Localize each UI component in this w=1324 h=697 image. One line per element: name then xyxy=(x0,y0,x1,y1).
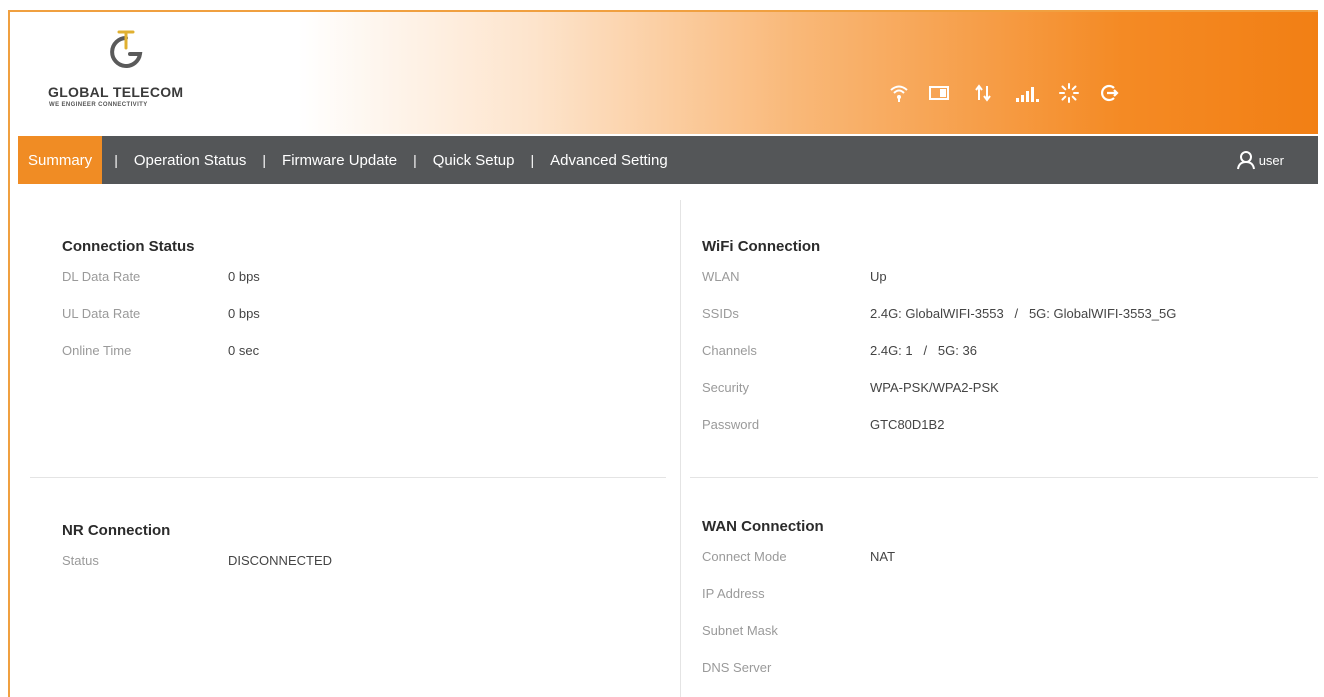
info-row: UL Data Rate 0 bps xyxy=(62,306,260,343)
info-row: Password GTC80D1B2 xyxy=(702,417,1176,454)
panel-title: WiFi Connection xyxy=(702,238,821,255)
info-row: DNS Server xyxy=(702,660,895,697)
brand-tagline: WE ENGINEER CONNECTIVITY xyxy=(49,102,148,108)
nav-advanced-setting[interactable]: Advanced Setting xyxy=(546,136,672,184)
info-row: Online Time 0 sec xyxy=(62,343,260,380)
connect-mode-value: NAT xyxy=(870,549,896,564)
info-row: Security WPA-PSK/WPA2-PSK xyxy=(702,380,1176,417)
channels-label: Channels xyxy=(702,343,757,358)
nav-separator: | xyxy=(413,152,417,168)
nr-status-label: Status xyxy=(62,553,99,568)
user-menu[interactable]: user xyxy=(1235,136,1284,184)
nr-status-value: DISCONNECTED xyxy=(228,553,333,568)
info-row: Channels 2.4G: 1 / 5G: 36 xyxy=(702,343,1176,380)
wan-connection-panel: WAN Connection Connect Mode NAT IP Addre… xyxy=(702,518,895,697)
password-value: GTC80D1B2 xyxy=(870,417,945,432)
panel-title: WAN Connection xyxy=(702,518,824,535)
dns-server-label: DNS Server xyxy=(702,660,772,675)
ul-data-rate-value: 0 bps xyxy=(228,306,260,321)
info-row: IP Address xyxy=(702,586,895,623)
global-telecom-logo-icon xyxy=(110,30,143,68)
online-time-value: 0 sec xyxy=(228,343,260,358)
info-row: SSIDs 2.4G: GlobalWIFI-3553 / 5G: Global… xyxy=(702,306,1176,343)
logout-icon[interactable] xyxy=(1096,80,1122,106)
data-transfer-icon[interactable] xyxy=(970,80,996,106)
info-row: Subnet Mask xyxy=(702,623,895,660)
online-time-label: Online Time xyxy=(62,343,132,358)
password-label: Password xyxy=(702,417,760,432)
status-icon-bar xyxy=(886,80,1122,106)
sim-card-icon[interactable] xyxy=(926,80,952,106)
wifi-connection-panel: WiFi Connection WLAN Up SSIDs 2.4G: Glob… xyxy=(702,238,1176,454)
header: GLOBAL TELECOM WE ENGINEER CONNECTIVITY xyxy=(10,12,1318,134)
column-divider xyxy=(680,200,681,697)
panel-title: NR Connection xyxy=(62,522,171,539)
ssids-label: SSIDs xyxy=(702,306,739,321)
panel-title: Connection Status xyxy=(62,238,195,255)
wifi-icon[interactable] xyxy=(886,80,912,106)
row-divider-left xyxy=(30,477,666,478)
user-label: user xyxy=(1258,152,1284,168)
ul-data-rate-label: UL Data Rate xyxy=(62,306,141,321)
info-row: DL Data Rate 0 bps xyxy=(62,269,260,306)
nav-quick-setup[interactable]: Quick Setup xyxy=(429,136,519,184)
nav-operation-status[interactable]: Operation Status xyxy=(130,136,251,184)
wlan-value: Up xyxy=(870,269,887,284)
subnet-mask-label: Subnet Mask xyxy=(702,623,778,638)
dl-data-rate-value: 0 bps xyxy=(228,269,260,284)
connect-mode-label: Connect Mode xyxy=(702,549,787,564)
nav-firmware-update[interactable]: Firmware Update xyxy=(278,136,401,184)
nr-connection-panel: NR Connection Status DISCONNECTED xyxy=(62,522,332,590)
nav-separator: | xyxy=(262,152,267,168)
security-label: Security xyxy=(702,380,749,395)
connection-status-panel: Connection Status DL Data Rate 0 bps UL … xyxy=(62,238,260,380)
wlan-label: WLAN xyxy=(702,269,740,284)
router-admin-page: GLOBAL TELECOM WE ENGINEER CONNECTIVITY xyxy=(8,10,1318,697)
security-value: WPA-PSK/WPA2-PSK xyxy=(870,380,999,395)
channels-value: 2.4G: 1 / 5G: 36 xyxy=(870,343,977,358)
nav-separator: | xyxy=(114,152,118,168)
nav-summary[interactable]: Summary xyxy=(18,136,103,184)
info-row: Connect Mode NAT xyxy=(702,549,895,586)
info-row: WLAN Up xyxy=(702,269,1176,306)
user-icon xyxy=(1236,151,1255,170)
dl-data-rate-label: DL Data Rate xyxy=(62,269,141,284)
nav-separator: | xyxy=(530,152,535,168)
info-row: Status DISCONNECTED xyxy=(62,553,332,590)
brand-logo[interactable]: GLOBAL TELECOM WE ENGINEER CONNECTIVITY xyxy=(48,24,248,124)
main-nav: Summary | Operation Status | Firmware Up… xyxy=(18,136,1318,184)
signal-bars-icon[interactable] xyxy=(1014,80,1040,106)
ssids-value: 2.4G: GlobalWIFI-3553 / 5G: GlobalWIFI-3… xyxy=(870,306,1177,321)
row-divider-right xyxy=(690,477,1318,478)
brand-name: GLOBAL TELECOM xyxy=(48,84,184,100)
loading-icon xyxy=(1056,80,1082,106)
ip-address-label: IP Address xyxy=(702,586,765,601)
